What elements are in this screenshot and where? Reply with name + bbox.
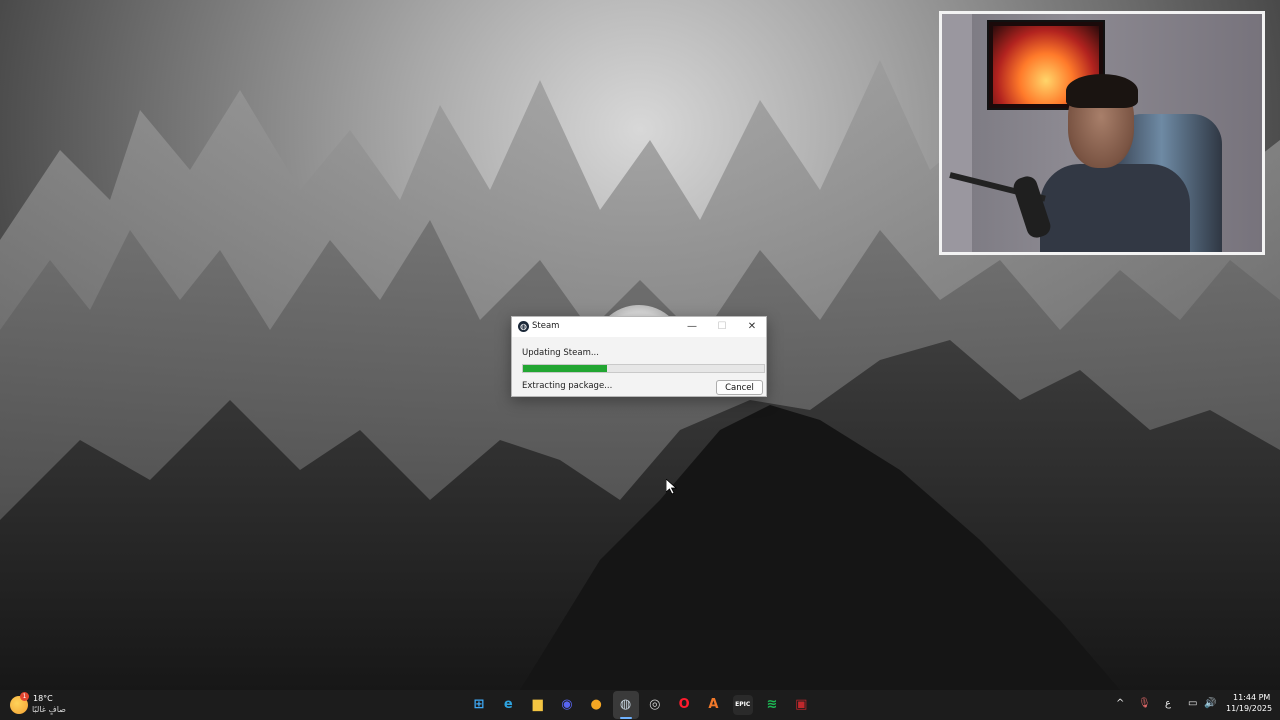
microphone-icon[interactable]: 🎙 (1138, 698, 1151, 709)
game-icon[interactable]: ▣ (791, 695, 811, 715)
language-indicator[interactable]: ع (1165, 698, 1171, 709)
close-button[interactable]: ✕ (737, 317, 767, 337)
dialog-titlebar[interactable]: ◍ Steam — ☐ ✕ (512, 317, 766, 337)
obs-icon[interactable]: ◎ (645, 695, 665, 715)
clock-time[interactable]: 11:44 PM (1233, 693, 1270, 702)
weather-widget[interactable]: 1 18°C صافٍ غالبًا (10, 692, 90, 718)
opera-icon[interactable]: O (674, 695, 694, 715)
steam-icon[interactable]: ◍ (616, 695, 636, 715)
webcam-door (942, 14, 972, 252)
webcam-overlay (939, 11, 1265, 255)
dialog-title: Steam (532, 321, 560, 331)
taskbar: 1 18°C صافٍ غالبًا ^ 🎙 ع ▭ 🔊 11:44 PM 11… (0, 690, 1280, 720)
steam-icon: ◍ (518, 321, 529, 332)
volume-icon[interactable]: 🔊 (1204, 698, 1216, 709)
minimize-button[interactable]: — (677, 317, 707, 337)
cursor-arrow-icon (666, 479, 678, 495)
folder-icon[interactable]: ▆ (528, 695, 548, 715)
discord-icon[interactable]: ◉ (557, 695, 577, 715)
chat-bubble-icon[interactable]: ● (586, 695, 606, 715)
spotify-icon[interactable]: ≋ (762, 695, 782, 715)
steam-update-dialog: ◍ Steam — ☐ ✕ Updating Steam... Extracti… (511, 316, 767, 397)
clock-date[interactable]: 11/19/2025 (1226, 704, 1272, 713)
update-progress-bar (522, 364, 765, 373)
extract-status-text: Extracting package... (522, 381, 613, 391)
cancel-button[interactable]: Cancel (716, 380, 763, 395)
weather-badge: 1 (20, 692, 29, 701)
weather-description: صافٍ غالبًا (32, 705, 66, 714)
update-status-text: Updating Steam... (522, 348, 599, 358)
epic-games-icon[interactable]: EPIC (732, 695, 753, 715)
windows-icon[interactable]: ⊞ (469, 695, 489, 715)
network-icon[interactable]: ▭ (1188, 698, 1197, 709)
show-hidden-icons-chevron[interactable]: ^ (1116, 698, 1124, 709)
edge-icon[interactable]: e (498, 695, 518, 715)
active-app-indicator (620, 717, 632, 719)
weather-temperature: 18°C (33, 694, 53, 703)
streamer-torso (1040, 164, 1190, 252)
streamer-hair (1066, 74, 1138, 108)
a-launcher-icon[interactable]: A (703, 695, 723, 715)
update-progress-fill (523, 365, 608, 372)
maximize-button: ☐ (717, 321, 727, 332)
